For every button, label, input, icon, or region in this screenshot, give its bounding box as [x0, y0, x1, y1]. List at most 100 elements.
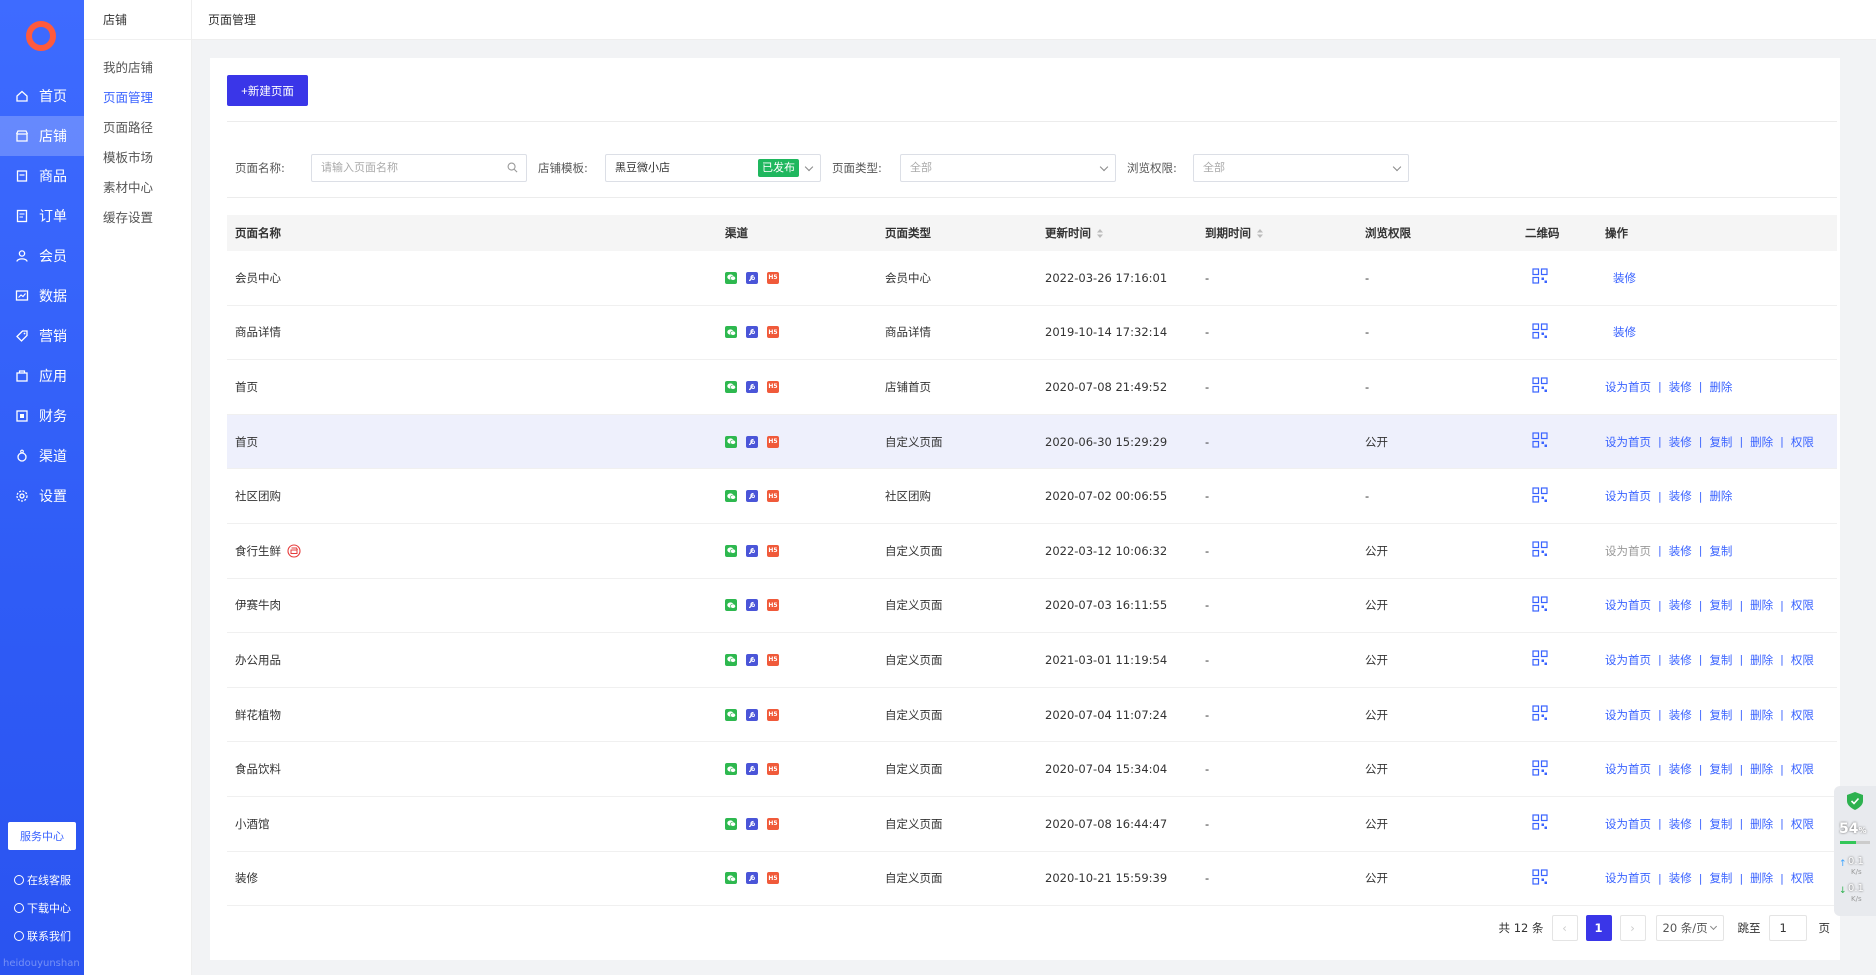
- new-page-button[interactable]: +新建页面: [227, 75, 308, 106]
- decorate-button[interactable]: 装修: [1669, 761, 1692, 777]
- set-home-button[interactable]: 设为首页: [1605, 652, 1651, 668]
- decorate-button[interactable]: 装修: [1613, 270, 1636, 286]
- copy-button[interactable]: 复制: [1709, 816, 1732, 832]
- copy-button[interactable]: 复制: [1709, 597, 1732, 613]
- set-home-button[interactable]: 设为首页: [1605, 379, 1651, 395]
- permission-button[interactable]: 权限: [1791, 761, 1814, 777]
- subnav-item[interactable]: 素材中心: [84, 173, 191, 203]
- qrcode-icon[interactable]: [1532, 432, 1548, 448]
- qrcode-icon[interactable]: [1532, 323, 1548, 339]
- page-type-select[interactable]: 全部: [900, 154, 1116, 182]
- copy-button[interactable]: 复制: [1709, 870, 1732, 886]
- set-home-button[interactable]: 设为首页: [1605, 488, 1651, 504]
- set-home-button[interactable]: 设为首页: [1605, 543, 1651, 559]
- sort-icon[interactable]: [1257, 229, 1263, 238]
- col-expire[interactable]: 到期时间: [1197, 225, 1357, 241]
- permission-button[interactable]: 权限: [1791, 816, 1814, 832]
- decorate-button[interactable]: 装修: [1669, 597, 1692, 613]
- subnav-item[interactable]: 模板市场: [84, 143, 191, 173]
- page-size-select[interactable]: 20 条/页: [1655, 915, 1724, 941]
- copy-button[interactable]: 复制: [1709, 707, 1732, 723]
- qrcode-icon[interactable]: [1532, 268, 1548, 284]
- col-updated[interactable]: 更新时间: [1037, 225, 1197, 241]
- delete-button[interactable]: 删除: [1709, 379, 1732, 395]
- sidebar-item-store[interactable]: 店铺: [0, 116, 84, 156]
- set-home-button[interactable]: 设为首页: [1605, 761, 1651, 777]
- permission-button[interactable]: 权限: [1791, 597, 1814, 613]
- permission-button[interactable]: 权限: [1791, 652, 1814, 668]
- qrcode-icon[interactable]: [1532, 650, 1548, 667]
- network-monitor-widget[interactable]: 54% ↑ 0.1 K/s ↓ 0.1 K/s: [1834, 786, 1876, 916]
- qrcode-icon[interactable]: [1532, 869, 1548, 885]
- delete-button[interactable]: 删除: [1750, 652, 1773, 668]
- permission-button[interactable]: 权限: [1791, 434, 1814, 450]
- copy-button[interactable]: 复制: [1709, 543, 1732, 559]
- decorate-button[interactable]: 装修: [1669, 652, 1692, 668]
- delete-button[interactable]: 删除: [1709, 488, 1732, 504]
- set-home-button[interactable]: 设为首页: [1605, 597, 1651, 613]
- set-home-button[interactable]: 设为首页: [1605, 707, 1651, 723]
- permission-button[interactable]: 权限: [1791, 707, 1814, 723]
- decorate-button[interactable]: 装修: [1669, 379, 1692, 395]
- table-row[interactable]: 装修 H5 自定义页面 2020-10-21 15:59:39 - 公开 设为首页 | 装修 | 复…: [227, 852, 1837, 907]
- logo-icon[interactable]: [26, 21, 56, 51]
- qrcode-icon[interactable]: [1532, 760, 1548, 776]
- contact-us-link[interactable]: 联系我们: [14, 922, 84, 950]
- table-row[interactable]: 食行生鲜 H5 自定义页面 2022-03-12 10:06:32 - 公开 设为首页 | 装修…: [227, 524, 1837, 579]
- set-home-button[interactable]: 设为首页: [1605, 870, 1651, 886]
- delete-button[interactable]: 删除: [1750, 434, 1773, 450]
- qrcode-icon[interactable]: [1532, 814, 1548, 830]
- page-1-button[interactable]: 1: [1585, 915, 1612, 941]
- qrcode-icon[interactable]: [1532, 596, 1548, 612]
- delete-button[interactable]: 删除: [1750, 597, 1773, 613]
- decorate-button[interactable]: 装修: [1669, 870, 1692, 886]
- qrcode-icon[interactable]: [1532, 705, 1548, 721]
- sidebar-item-app[interactable]: 应用: [0, 356, 84, 396]
- goto-page-input[interactable]: 1: [1768, 915, 1807, 941]
- delete-button[interactable]: 删除: [1750, 870, 1773, 886]
- table-row[interactable]: 商品详情 H5 商品详情 2019-10-14 17:32:14 - - 装修: [227, 306, 1837, 361]
- copy-button[interactable]: 复制: [1709, 761, 1732, 777]
- next-page-button[interactable]: ›: [1619, 915, 1646, 941]
- sidebar-item-goods[interactable]: 商品: [0, 156, 84, 196]
- download-center-link[interactable]: 下载中心: [14, 894, 84, 922]
- table-row[interactable]: 首页 H5 自定义页面 2020-06-30 15:29:29 - 公开 设为首页 | 装修 | 复…: [227, 414, 1837, 470]
- qrcode-icon[interactable]: [1532, 487, 1548, 503]
- subnav-item[interactable]: 页面管理: [84, 83, 191, 113]
- sidebar-item-data[interactable]: 数据: [0, 276, 84, 316]
- prev-page-button[interactable]: ‹: [1551, 915, 1578, 941]
- subnav-item[interactable]: 页面路径: [84, 113, 191, 143]
- sidebar-item-member[interactable]: 会员: [0, 236, 84, 276]
- subnav-item[interactable]: 缓存设置: [84, 203, 191, 233]
- decorate-button[interactable]: 装修: [1669, 543, 1692, 559]
- permission-button[interactable]: 权限: [1791, 870, 1814, 886]
- sidebar-item-channel[interactable]: 渠道: [0, 436, 84, 476]
- service-center-button[interactable]: 服务中心: [8, 822, 76, 850]
- sidebar-item-tag[interactable]: 营销: [0, 316, 84, 356]
- qrcode-icon[interactable]: [1532, 541, 1548, 557]
- sidebar-item-gear[interactable]: 设置: [0, 476, 84, 516]
- online-service-link[interactable]: 在线客服: [14, 866, 84, 894]
- decorate-button[interactable]: 装修: [1613, 324, 1636, 340]
- table-row[interactable]: 会员中心 H5 会员中心 2022-03-26 17:16:01 - - 装修: [227, 251, 1837, 306]
- table-row[interactable]: 社区团购 H5 社区团购 2020-07-02 00:06:55 - - 设为首页 | 装修 | 删…: [227, 469, 1837, 524]
- subnav-item[interactable]: 我的店铺: [84, 53, 191, 83]
- qrcode-icon[interactable]: [1532, 377, 1548, 394]
- table-row[interactable]: 食品饮料 H5 自定义页面 2020-07-04 15:34:04 - 公开 设为首页 | 装修…: [227, 742, 1837, 797]
- sidebar-item-home[interactable]: 首页: [0, 76, 84, 116]
- decorate-button[interactable]: 装修: [1669, 707, 1692, 723]
- table-row[interactable]: 鲜花植物 H5 自定义页面 2020-07-04 11:07:24 - 公开 设为首页 | 装修…: [227, 688, 1837, 743]
- access-select[interactable]: 全部: [1193, 154, 1409, 182]
- set-home-button[interactable]: 设为首页: [1605, 816, 1651, 832]
- sidebar-item-finance[interactable]: 财务: [0, 396, 84, 436]
- set-home-button[interactable]: 设为首页: [1605, 434, 1651, 450]
- template-select[interactable]: 黑豆微小店 已发布: [605, 154, 821, 182]
- page-name-search-input[interactable]: 请输入页面名称: [311, 154, 527, 182]
- table-row[interactable]: 首页 H5 店铺首页 2020-07-08 21:49:52 - - 设为首页 | 装修 | 删除: [227, 360, 1837, 415]
- delete-button[interactable]: 删除: [1750, 816, 1773, 832]
- table-row[interactable]: 小酒馆 H5 自定义页面 2020-07-08 16:44:47 - 公开 设为首页 | 装修 |…: [227, 797, 1837, 852]
- table-row[interactable]: 伊赛牛肉 H5 自定义页面 2020-07-03 16:11:55 - 公开 设为首页 | 装修…: [227, 579, 1837, 634]
- copy-button[interactable]: 复制: [1709, 434, 1732, 450]
- delete-button[interactable]: 删除: [1750, 707, 1773, 723]
- decorate-button[interactable]: 装修: [1669, 434, 1692, 450]
